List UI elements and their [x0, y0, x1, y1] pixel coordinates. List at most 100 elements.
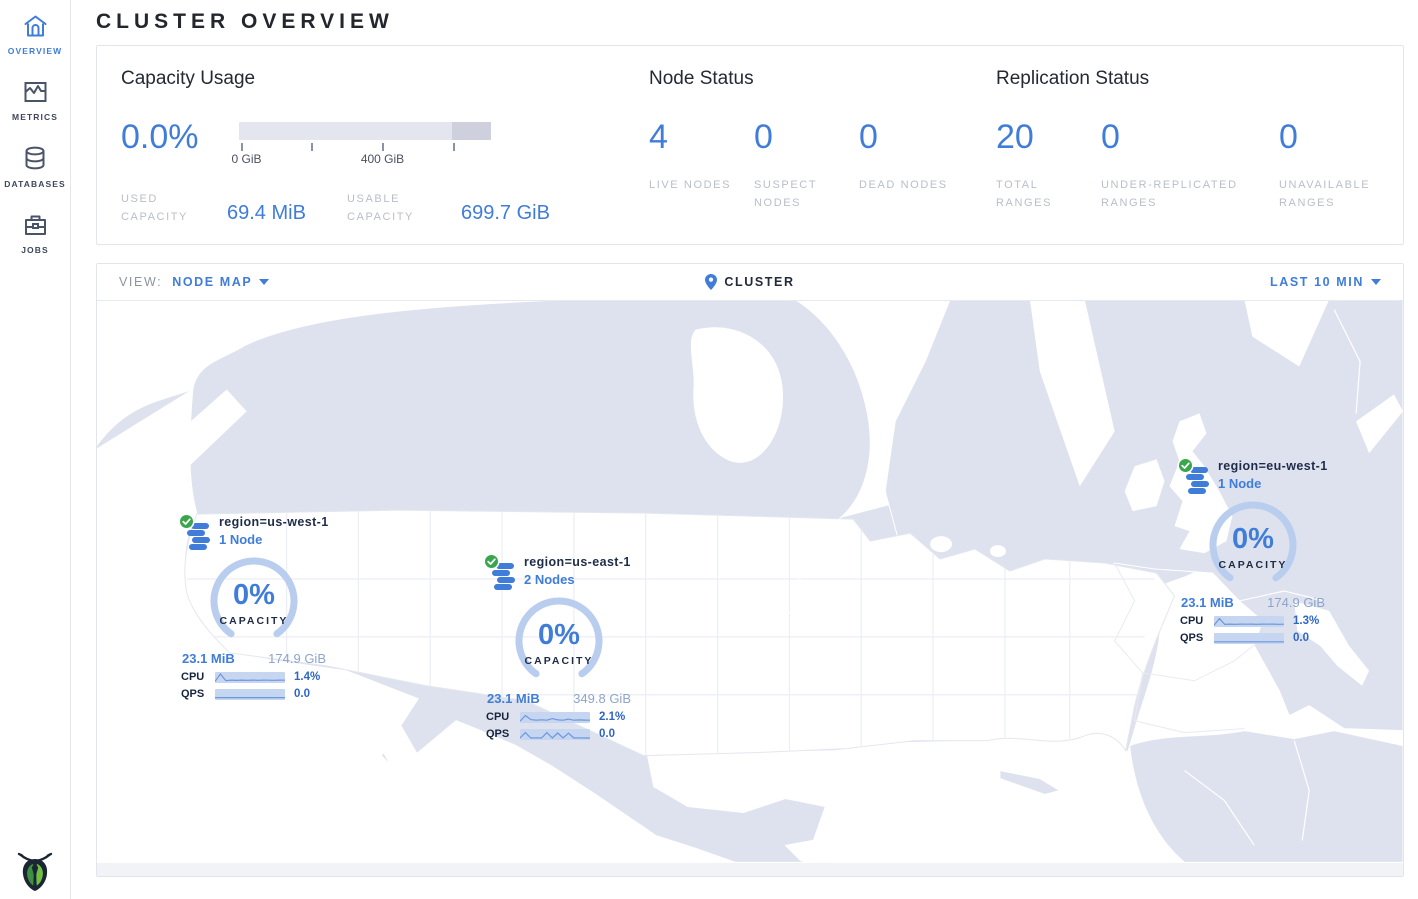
map-node-eu-west-1[interactable]: region=eu-west-1 1 Node 0% CAPACITY 23.1… [1178, 459, 1328, 644]
cpu-label: CPU [1180, 615, 1214, 627]
capacity-usage-section: Capacity Usage 0.0% 0 GiB 400 Gi [121, 68, 649, 244]
node-icon-stack [1186, 467, 1210, 497]
unavailable-ranges-label: UNAVAILABLE RANGES [1279, 176, 1384, 212]
capacity-bar: 0 GiB 400 GiB [239, 120, 491, 166]
region-label: region=us-east-1 [524, 555, 631, 569]
qps-metric-row: QPS 0.0 [1180, 632, 1326, 644]
capacity-total-value: 174.9 GiB [268, 651, 326, 666]
node-count-link[interactable]: 1 Node [219, 532, 329, 547]
suspect-nodes-value: 0 [754, 120, 859, 154]
databases-icon [22, 145, 48, 172]
qps-sparkline [215, 689, 285, 700]
qps-sparkline [1214, 633, 1284, 644]
usable-capacity-label: USABLE CAPACITY [347, 190, 439, 226]
view-selector-value: NODE MAP [172, 275, 252, 289]
qps-label: QPS [486, 728, 520, 740]
cpu-metric-row: CPU 1.3% [1180, 615, 1326, 627]
world-map[interactable]: region=us-west-1 1 Node 0% CAPACITY 23.1… [97, 301, 1403, 863]
sidebar-item-label: METRICS [12, 112, 58, 122]
view-selector[interactable]: NODE MAP [172, 275, 269, 289]
chevron-down-icon [259, 279, 269, 285]
capacity-donut: 0% CAPACITY [179, 557, 329, 645]
view-label: VIEW: [119, 275, 162, 289]
capacity-caption: CAPACITY [484, 655, 634, 667]
healthy-check-icon [483, 553, 500, 570]
chevron-down-icon [1371, 279, 1381, 285]
node-map-panel: VIEW: NODE MAP CLUSTER LAST 10 MIN [96, 263, 1404, 877]
cpu-metric-row: CPU 2.1% [486, 711, 632, 723]
node-count-link[interactable]: 2 Nodes [524, 572, 631, 587]
cpu-sparkline [215, 672, 285, 683]
qps-value: 0.0 [1293, 632, 1309, 644]
capacity-caption: CAPACITY [179, 615, 329, 627]
capacity-used-value: 23.1 MiB [1181, 595, 1234, 610]
unavailable-ranges-value: 0 [1279, 120, 1384, 154]
healthy-check-icon [178, 513, 195, 530]
qps-sparkline [520, 729, 590, 740]
sidebar-item-databases[interactable]: DATABASES [0, 132, 70, 199]
capacity-percent: 0% [484, 619, 634, 652]
replication-status-section: Replication Status 20 0 0 TOTAL RANGES U… [996, 68, 1403, 244]
sidebar-item-jobs[interactable]: JOBS [0, 199, 70, 265]
under-replicated-ranges-label: UNDER-REPLICATED RANGES [1101, 176, 1251, 212]
breadcrumb-cluster: CLUSTER [724, 275, 794, 289]
node-count-link[interactable]: 1 Node [1218, 476, 1328, 491]
main-content: CLUSTER OVERVIEW Capacity Usage 0.0% [71, 0, 1418, 877]
live-nodes-value: 4 [649, 120, 754, 154]
replication-status-title: Replication Status [996, 68, 1393, 90]
summary-panel: Capacity Usage 0.0% 0 GiB 400 Gi [96, 45, 1404, 245]
capacity-donut: 0% CAPACITY [484, 597, 634, 685]
capacity-used-value: 23.1 MiB [182, 651, 235, 666]
cpu-label: CPU [181, 671, 215, 683]
sidebar-item-metrics[interactable]: METRICS [0, 66, 70, 132]
qps-metric-row: QPS 0.0 [486, 728, 632, 740]
capacity-bar-track [239, 122, 491, 140]
capacity-percent: 0% [1178, 523, 1328, 556]
capacity-caption: CAPACITY [1178, 559, 1328, 571]
node-status-title: Node Status [649, 68, 986, 90]
region-label: region=eu-west-1 [1218, 459, 1328, 473]
cockroachdb-logo [0, 845, 70, 893]
home-icon [22, 13, 49, 39]
capacity-used-percent: 0.0% [121, 120, 199, 154]
cpu-sparkline [1214, 616, 1284, 627]
qps-label: QPS [1180, 632, 1214, 644]
sidebar: OVERVIEW METRICS DATABASES JOBS [0, 0, 71, 899]
cpu-value: 1.4% [294, 671, 320, 683]
capacity-tick-label-400: 400 GiB [361, 152, 404, 166]
used-capacity-label: USED CAPACITY [121, 190, 203, 226]
map-node-us-east-1[interactable]: region=us-east-1 2 Nodes 0% CAPACITY 23.… [484, 555, 634, 740]
capacity-bar-ticks [239, 140, 491, 152]
live-nodes-label: LIVE NODES [649, 176, 754, 194]
map-toolbar: VIEW: NODE MAP CLUSTER LAST 10 MIN [97, 264, 1403, 301]
time-range-value: LAST 10 MIN [1270, 275, 1364, 289]
qps-label: QPS [181, 688, 215, 700]
sidebar-item-overview[interactable]: OVERVIEW [0, 0, 70, 66]
suspect-nodes-label: SUSPECT NODES [754, 176, 859, 212]
sidebar-item-label: JOBS [21, 245, 49, 255]
map-pin-icon [705, 274, 717, 290]
cpu-label: CPU [486, 711, 520, 723]
map-node-us-west-1[interactable]: region=us-west-1 1 Node 0% CAPACITY 23.1… [179, 515, 329, 700]
cpu-value: 2.1% [599, 711, 625, 723]
under-replicated-ranges-value: 0 [1101, 120, 1279, 154]
page-title: CLUSTER OVERVIEW [96, 0, 1404, 34]
region-label: region=us-west-1 [219, 515, 329, 529]
qps-value: 0.0 [599, 728, 615, 740]
node-icon-stack [187, 523, 211, 553]
dead-nodes-value: 0 [859, 120, 964, 154]
sidebar-item-label: DATABASES [4, 179, 66, 189]
capacity-total-value: 174.9 GiB [1267, 595, 1325, 610]
used-capacity-value: 69.4 MiB [227, 202, 337, 226]
cpu-value: 1.3% [1293, 615, 1319, 627]
time-range-selector[interactable]: LAST 10 MIN [1270, 275, 1381, 289]
capacity-tick-label-0: 0 GiB [231, 152, 261, 166]
map-footer-strip [97, 863, 1403, 877]
metrics-icon [22, 79, 49, 105]
cpu-metric-row: CPU 1.4% [181, 671, 327, 683]
capacity-usage-title: Capacity Usage [121, 68, 639, 90]
qps-value: 0.0 [294, 688, 310, 700]
capacity-total-value: 349.8 GiB [573, 691, 631, 706]
total-ranges-value: 20 [996, 120, 1101, 154]
capacity-used-value: 23.1 MiB [487, 691, 540, 706]
